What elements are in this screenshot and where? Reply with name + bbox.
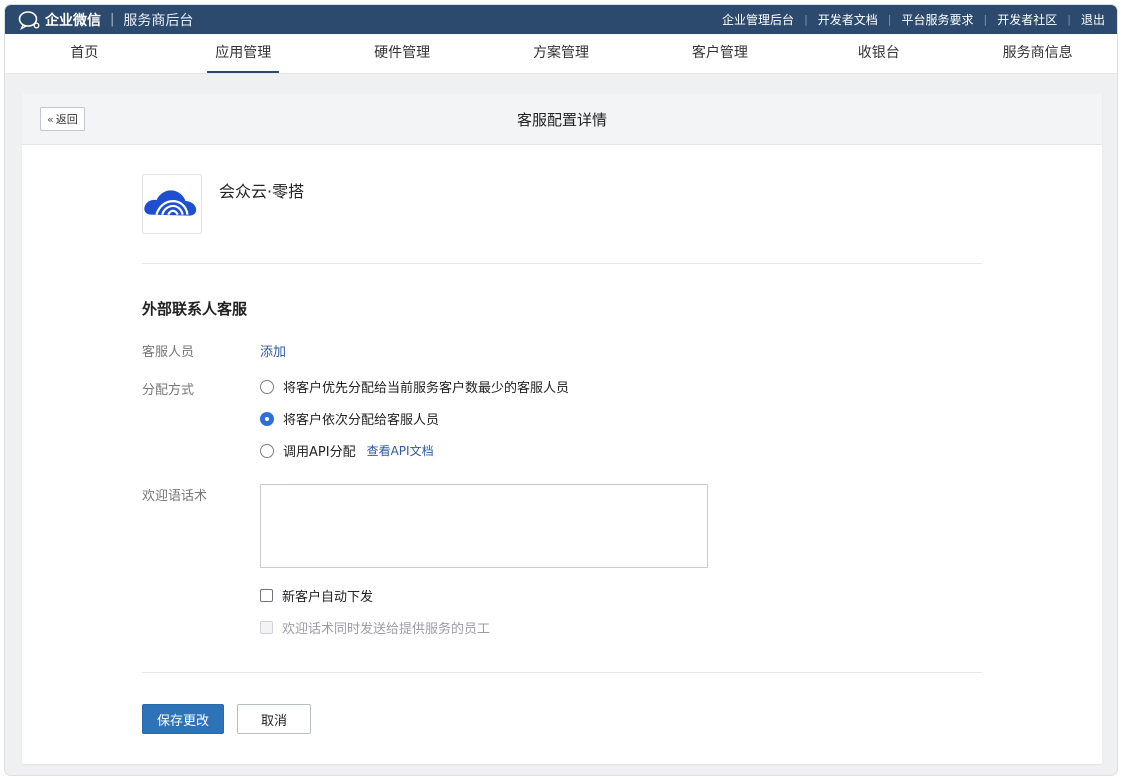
link-divider: | bbox=[983, 13, 988, 26]
option-label: 将客户依次分配给客服人员 bbox=[283, 413, 440, 428]
brand-subtitle: 服务商后台 bbox=[123, 12, 194, 29]
card-header: « 返回 客服配置详情 bbox=[22, 94, 1102, 145]
nav-checkout[interactable]: 收银台 bbox=[799, 34, 958, 73]
nav-home[interactable]: 首页 bbox=[5, 34, 164, 73]
radio-button-checked[interactable] bbox=[260, 411, 274, 426]
auto-send-checkbox[interactable] bbox=[260, 589, 273, 602]
nav-app-management[interactable]: 应用管理 bbox=[164, 34, 323, 73]
app-info: 会众云·零搭 bbox=[142, 174, 982, 264]
send-to-staff-checkbox bbox=[260, 621, 273, 634]
blue-cloud-logo-icon bbox=[144, 190, 197, 216]
link-enterprise-admin[interactable]: 企业管理后台 bbox=[722, 11, 794, 28]
radio-button[interactable] bbox=[260, 443, 274, 458]
link-developer-docs[interactable]: 开发者文档 bbox=[818, 11, 878, 28]
distribution-option-api[interactable]: 调用API分配 查看API文档 bbox=[260, 441, 434, 460]
app-name: 会众云·零搭 bbox=[219, 182, 305, 201]
brand[interactable]: 企业微信 | 服务商后台 bbox=[17, 5, 193, 34]
top-links: 企业管理后台 | 开发者文档 | 平台服务要求 | 开发者社区 | 退出 bbox=[722, 11, 1105, 28]
link-platform-requirements[interactable]: 平台服务要求 bbox=[902, 11, 974, 28]
send-to-staff-label: 欢迎话术同时发送给提供服务的员工 bbox=[282, 622, 491, 637]
brand-name: 企业微信 bbox=[45, 12, 101, 29]
distribution-option-least-load[interactable]: 将客户优先分配给当前服务客户数最少的客服人员 bbox=[260, 377, 569, 396]
nav-solution-management[interactable]: 方案管理 bbox=[482, 34, 641, 73]
save-button[interactable]: 保存更改 bbox=[142, 704, 224, 734]
config-card: « 返回 客服配置详情 会众云·零搭 外部联系人客服 客服人员 添加 分配方式 … bbox=[22, 94, 1102, 764]
divider bbox=[142, 672, 982, 673]
link-divider: | bbox=[804, 13, 808, 26]
radio-button[interactable] bbox=[260, 379, 274, 394]
cancel-button[interactable]: 取消 bbox=[237, 704, 311, 734]
wecom-logo-icon bbox=[18, 10, 40, 30]
app-logo bbox=[142, 174, 202, 234]
app-window: 企业微信 | 服务商后台 企业管理后台 | 开发者文档 | 平台服务要求 | 开… bbox=[5, 5, 1117, 775]
page-title: 客服配置详情 bbox=[516, 110, 607, 129]
brand-separator: | bbox=[110, 12, 115, 27]
back-button[interactable]: « 返回 bbox=[40, 107, 85, 131]
agents-label: 客服人员 bbox=[142, 345, 195, 360]
add-agent-link[interactable]: 添加 bbox=[260, 341, 286, 360]
auto-send-label: 新客户自动下发 bbox=[282, 590, 374, 605]
link-divider: | bbox=[1067, 13, 1071, 26]
welcome-label: 欢迎语话术 bbox=[142, 489, 208, 504]
top-bar: 企业微信 | 服务商后台 企业管理后台 | 开发者文档 | 平台服务要求 | 开… bbox=[5, 5, 1117, 34]
double-chevron-left-icon: « bbox=[47, 112, 54, 126]
nav-provider-info[interactable]: 服务商信息 bbox=[958, 34, 1117, 73]
auto-send-option[interactable]: 新客户自动下发 bbox=[260, 586, 373, 605]
api-doc-link[interactable]: 查看API文档 bbox=[367, 442, 434, 459]
section-title: 外部联系人客服 bbox=[142, 300, 248, 318]
distribution-option-round-robin[interactable]: 将客户依次分配给客服人员 bbox=[260, 409, 439, 428]
option-label: 调用API分配 bbox=[283, 445, 356, 460]
distribution-label: 分配方式 bbox=[142, 383, 195, 398]
link-developer-community[interactable]: 开发者社区 bbox=[997, 11, 1057, 28]
welcome-message-input[interactable] bbox=[260, 484, 708, 568]
link-logout[interactable]: 退出 bbox=[1081, 11, 1105, 28]
main-nav: 首页 应用管理 硬件管理 方案管理 客户管理 收银台 服务商信息 bbox=[5, 34, 1117, 74]
link-divider: | bbox=[887, 13, 892, 26]
back-label: 返回 bbox=[55, 113, 78, 126]
option-label: 将客户优先分配给当前服务客户数最少的客服人员 bbox=[283, 381, 570, 396]
send-to-staff-option: 欢迎话术同时发送给提供服务的员工 bbox=[260, 618, 490, 637]
nav-customer-management[interactable]: 客户管理 bbox=[640, 34, 799, 73]
nav-hardware-management[interactable]: 硬件管理 bbox=[323, 34, 482, 73]
